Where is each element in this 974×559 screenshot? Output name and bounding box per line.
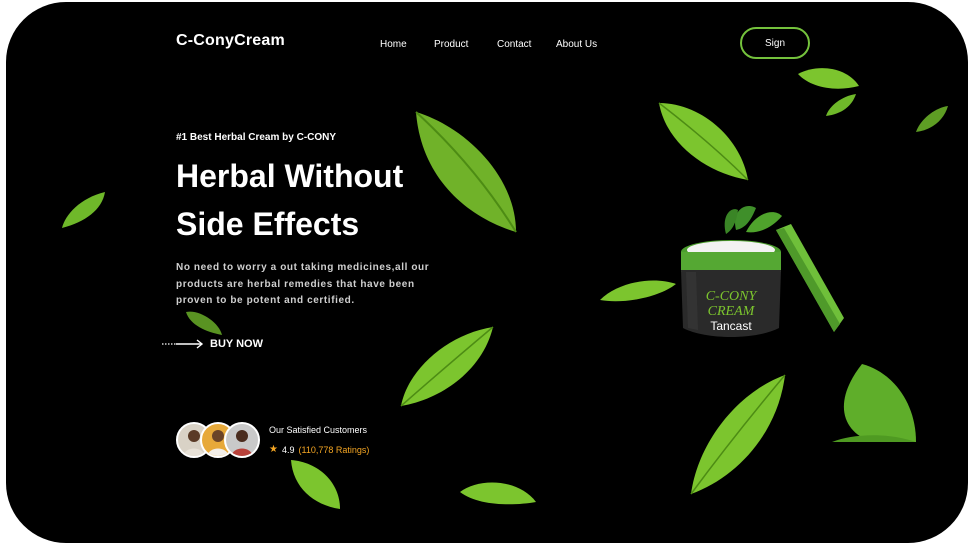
hero-description: No need to worry a out taking medicines,… bbox=[176, 262, 430, 306]
jar-brand: Tancast bbox=[710, 319, 752, 333]
arrow-right-icon bbox=[162, 339, 204, 349]
leaf-icon bbox=[62, 192, 105, 228]
rating-value: 4.9 bbox=[281, 444, 295, 455]
hero-tagline: #1 Best Herbal Cream by C-CONY bbox=[176, 132, 337, 143]
ratings-count: (110,778 Ratings) bbox=[298, 444, 370, 455]
buy-now-button[interactable]: BUY NOW bbox=[162, 338, 263, 350]
customer-rating: ★ 4.9 (110,778 Ratings) bbox=[269, 444, 369, 455]
nav-contact[interactable]: Contact bbox=[497, 39, 531, 50]
leaf-icon bbox=[400, 326, 494, 407]
nav-product[interactable]: Product bbox=[434, 39, 468, 50]
nav-about-us[interactable]: About Us bbox=[556, 39, 597, 50]
leaf-icon bbox=[186, 311, 222, 335]
hero-headline: Herbal Without Side Effects bbox=[176, 158, 404, 242]
leaf-icon bbox=[291, 460, 340, 509]
avatar bbox=[224, 422, 260, 458]
sign-button[interactable]: Sign bbox=[740, 27, 810, 59]
leaf-icon bbox=[798, 68, 859, 89]
cream-jar-image: C-CONY CREAM Tancast bbox=[681, 206, 844, 337]
star-icon: ★ bbox=[269, 444, 278, 455]
leaf-icon bbox=[658, 102, 749, 181]
nav-home[interactable]: Home bbox=[380, 39, 407, 50]
customer-avatars bbox=[176, 422, 260, 458]
customers-title: Our Satisfied Customers bbox=[269, 425, 368, 435]
buy-now-label: BUY NOW bbox=[210, 338, 263, 350]
jar-label-line2: CREAM bbox=[708, 304, 756, 319]
leaf-icon bbox=[460, 482, 536, 505]
jar-label-line1: C-CONY bbox=[706, 289, 759, 304]
leaf-icon bbox=[826, 94, 856, 116]
leaf-icon bbox=[916, 106, 948, 132]
hero-frame: C-CONY CREAM Tancast C-ConyCream Home Pr… bbox=[6, 2, 968, 543]
leaf-icon bbox=[690, 374, 786, 495]
brand-logo[interactable]: C-ConyCream bbox=[176, 32, 285, 50]
leaf-icon bbox=[832, 364, 916, 442]
